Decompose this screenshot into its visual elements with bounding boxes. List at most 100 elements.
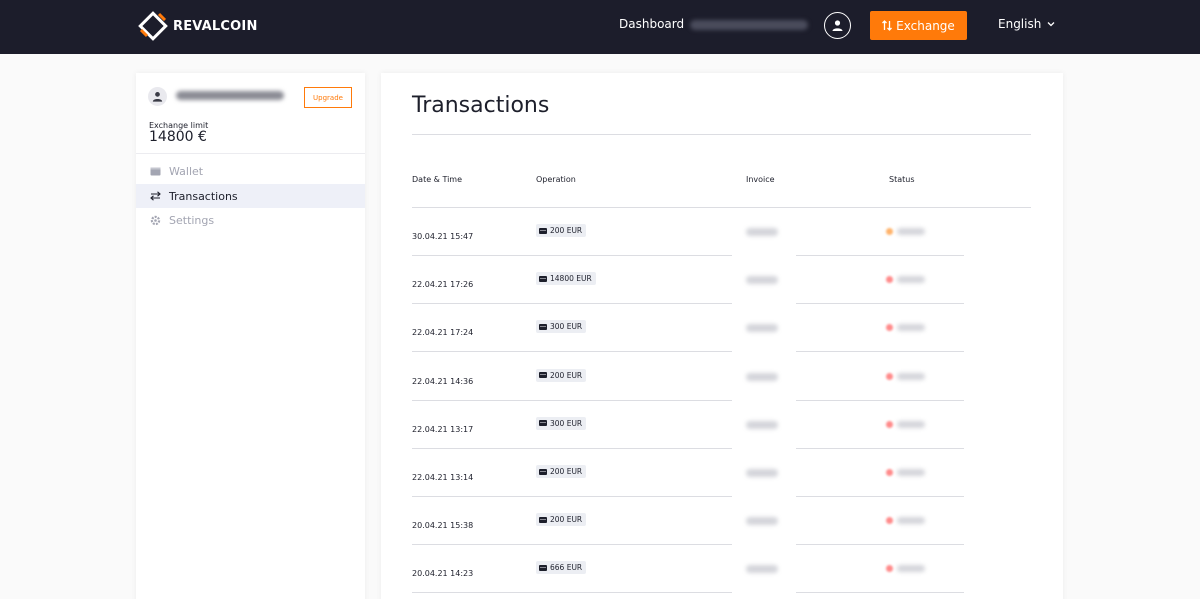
- profile-button[interactable]: [824, 12, 851, 39]
- status-text-redacted: [897, 565, 925, 573]
- title-divider: [412, 134, 1031, 135]
- invoice-redacted[interactable]: [746, 469, 778, 477]
- operation-amount: 200 EUR: [550, 226, 583, 235]
- transactions-panel: Transactions Date & Time Operation Invoi…: [381, 73, 1063, 599]
- table-row[interactable]: 20.04.21 15:38 200 EUR: [412, 497, 1031, 546]
- card-icon: [539, 516, 547, 523]
- language-label: English: [998, 17, 1042, 31]
- operation-badge: 14800 EUR: [536, 272, 596, 286]
- operation-badge: 200 EUR: [536, 513, 587, 527]
- user-icon: [152, 92, 163, 102]
- status-badge: [886, 372, 925, 380]
- operation-amount: 200 EUR: [550, 467, 583, 476]
- status-dot: [886, 517, 893, 525]
- invoice-redacted[interactable]: [746, 228, 778, 236]
- chevron-down-icon: [1047, 22, 1055, 27]
- transaction-date: 22.04.21 13:14: [412, 473, 474, 482]
- status-text-redacted: [897, 228, 925, 235]
- invoice-redacted[interactable]: [746, 517, 778, 526]
- status-text-redacted: [897, 276, 925, 284]
- revalcoin-logo-icon: [138, 11, 168, 41]
- column-header-date: Date & Time: [412, 175, 463, 184]
- card-icon: [539, 468, 547, 475]
- upgrade-button[interactable]: Upgrade: [304, 87, 352, 108]
- invoice-redacted[interactable]: [746, 276, 778, 285]
- status-badge: [886, 469, 925, 476]
- gear-icon: [149, 214, 161, 226]
- column-header-operation: Operation: [536, 175, 576, 184]
- status-dot: [886, 324, 893, 332]
- status-badge: [886, 517, 925, 525]
- status-text-redacted: [897, 517, 925, 525]
- operation-amount: 200 EUR: [550, 370, 583, 380]
- sidebar-item-wallet[interactable]: Wallet: [136, 159, 365, 183]
- status-dot: [886, 372, 893, 380]
- card-icon: [539, 420, 547, 427]
- sidebar-item-transactions[interactable]: Transactions: [136, 184, 365, 208]
- brand-logo[interactable]: REVALCOIN: [137, 10, 258, 42]
- column-header-invoice: Invoice: [746, 175, 775, 184]
- status-badge: [886, 324, 925, 332]
- column-header-status: Status: [889, 175, 915, 184]
- row-divider-gap: [732, 592, 796, 594]
- sidebar-item-label: Settings: [169, 213, 215, 227]
- user-name-redacted: [176, 90, 286, 102]
- transaction-date: 22.04.21 14:36: [412, 376, 474, 386]
- avatar: [148, 87, 167, 106]
- brand-name: REVALCOIN: [173, 18, 258, 34]
- status-dot: [886, 420, 893, 428]
- card-icon: [539, 372, 547, 379]
- page-title: Transactions: [412, 93, 550, 118]
- status-dot: [886, 228, 893, 235]
- transfer-arrows-icon: [149, 190, 161, 202]
- operation-badge: 300 EUR: [536, 416, 587, 430]
- top-navigation-bar: REVALCOIN Dashboard Exchange English: [0, 0, 1200, 54]
- transaction-date: 22.04.21 17:24: [412, 328, 474, 338]
- operation-amount: 200 EUR: [550, 515, 583, 525]
- operation-badge: 200 EUR: [536, 368, 587, 382]
- operation-amount: 300 EUR: [550, 418, 583, 428]
- table-row[interactable]: 22.04.21 17:26 14800 EUR: [412, 256, 1031, 305]
- operation-badge: 666 EUR: [536, 561, 587, 575]
- sidebar-item-label: Wallet: [169, 164, 204, 178]
- transaction-date: 22.04.21 17:26: [412, 280, 474, 290]
- swap-vertical-icon: [882, 20, 893, 31]
- operation-badge: 300 EUR: [536, 320, 587, 334]
- transaction-date: 30.04.21 15:47: [412, 232, 474, 241]
- table-row[interactable]: 20.04.21 14:23 666 EUR: [412, 545, 1031, 594]
- table-row[interactable]: 22.04.21 13:14 200 EUR: [412, 449, 1031, 497]
- status-badge: [886, 228, 925, 235]
- card-icon: [539, 227, 547, 234]
- user-email-redacted: [690, 18, 810, 32]
- table-row[interactable]: 22.04.21 14:36 200 EUR: [412, 353, 1031, 401]
- table-row[interactable]: 22.04.21 13:17 300 EUR: [412, 401, 1031, 449]
- language-selector[interactable]: English: [998, 17, 1055, 31]
- account-sidebar: Upgrade Exchange limit 14800 € Wallet Tr…: [136, 73, 365, 599]
- invoice-redacted[interactable]: [746, 372, 778, 381]
- user-icon: [832, 20, 843, 31]
- exchange-limit-value: 14800 €: [149, 129, 207, 145]
- operation-amount: 14800 EUR: [550, 274, 592, 284]
- exchange-button[interactable]: Exchange: [870, 11, 967, 40]
- table-row[interactable]: 30.04.21 15:47 200 EUR: [412, 208, 1031, 256]
- table-row[interactable]: 22.04.21 17:24 300 EUR: [412, 304, 1031, 353]
- operation-amount: 300 EUR: [550, 322, 583, 332]
- card-icon: [539, 323, 547, 330]
- transaction-date: 20.04.21 14:23: [412, 569, 474, 579]
- operation-amount: 666 EUR: [550, 563, 583, 573]
- transaction-date: 22.04.21 13:17: [412, 424, 474, 434]
- invoice-redacted[interactable]: [746, 420, 778, 429]
- invoice-redacted[interactable]: [746, 565, 778, 574]
- status-text-redacted: [897, 324, 925, 332]
- status-text-redacted: [897, 469, 925, 476]
- status-dot: [886, 276, 893, 284]
- row-divider-gap: [964, 592, 1031, 594]
- sidebar-item-settings[interactable]: Settings: [136, 208, 365, 232]
- status-text-redacted: [897, 420, 925, 428]
- invoice-redacted[interactable]: [746, 324, 778, 333]
- nav-dashboard-link[interactable]: Dashboard: [619, 17, 684, 31]
- status-text-redacted: [897, 372, 925, 380]
- status-badge: [886, 565, 925, 573]
- row-divider: [412, 592, 1031, 594]
- status-badge: [886, 276, 925, 284]
